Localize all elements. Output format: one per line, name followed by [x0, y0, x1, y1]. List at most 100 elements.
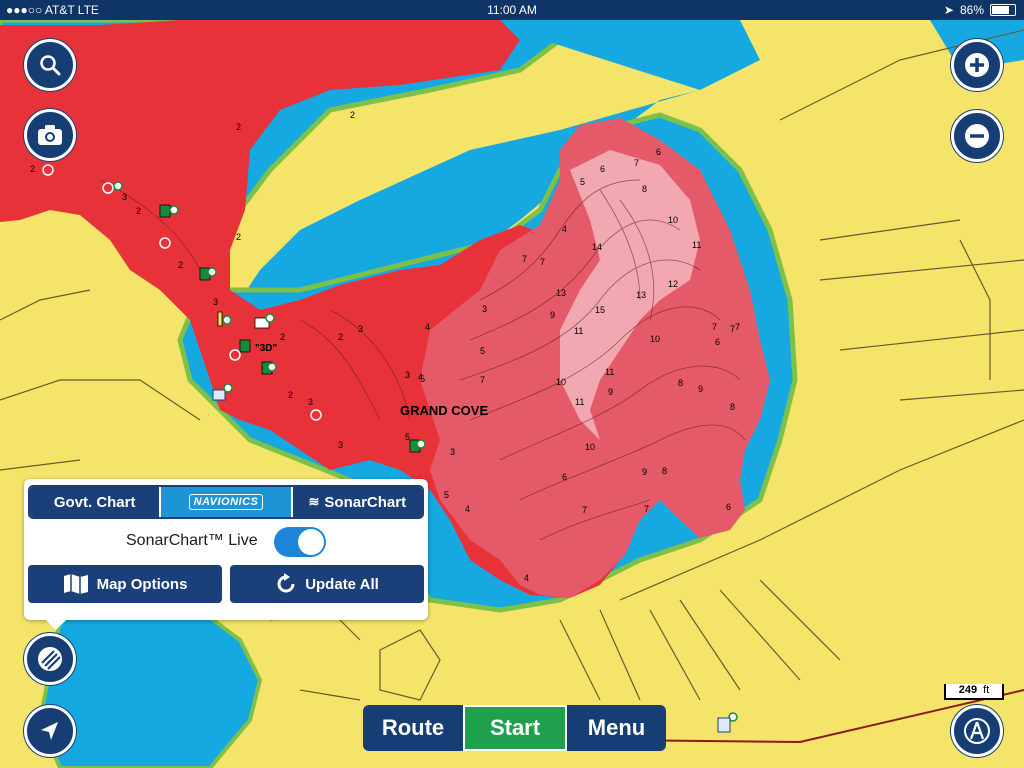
location-arrow-icon: [41, 722, 58, 740]
refresh-icon: [277, 573, 295, 593]
nautical-chart-map[interactable]: 22232223232343 4233577 7456768101114151191…: [0, 0, 1024, 768]
navionics-logo: NAVIONICS: [188, 494, 264, 510]
depth-sounding: 15: [595, 305, 605, 315]
depth-sounding: 8: [642, 184, 647, 194]
depth-sounding: 3: [482, 304, 487, 314]
depth-sounding: 2: [236, 122, 241, 132]
locate-button[interactable]: [24, 705, 76, 757]
depth-sounding: 12: [668, 279, 678, 289]
depth-sounding: 7: [480, 375, 485, 385]
scale-value: 249: [958, 684, 978, 696]
depth-sounding: 2: [136, 206, 141, 216]
folded-map-icon: [63, 574, 88, 594]
depth-sounding: 6: [656, 147, 661, 157]
depth-sounding: 4: [524, 573, 529, 583]
menu-button[interactable]: Menu: [567, 705, 666, 751]
depth-sounding: 5: [405, 432, 410, 442]
depth-sounding: 4: [425, 322, 430, 332]
plus-icon: [965, 53, 989, 77]
toggle-knob: [298, 529, 324, 555]
depth-sounding: 11: [574, 326, 583, 336]
depth-sounding: 7: [644, 504, 649, 514]
minus-icon: [965, 124, 989, 148]
depth-sounding: 10: [585, 442, 595, 452]
chart-layers-button[interactable]: [24, 633, 76, 685]
depth-sounding: 3: [122, 192, 127, 202]
compass-icon: [964, 718, 990, 744]
depth-sounding: 3: [358, 324, 363, 334]
depth-sounding: 7: [582, 505, 587, 515]
depth-sounding: 13: [636, 290, 646, 300]
chart-layers-icon: [38, 647, 62, 671]
depth-sounding: 3: [450, 447, 455, 457]
search-button[interactable]: [24, 39, 76, 91]
depth-sounding: 3: [308, 397, 313, 407]
depth-sounding: 5: [420, 374, 425, 384]
update-all-button[interactable]: Update All: [230, 565, 424, 603]
sonar-waves-icon: ≋: [308, 494, 320, 509]
battery-percent: 86%: [959, 3, 984, 17]
depth-sounding: 3: [338, 440, 343, 450]
depth-sounding: 8: [730, 402, 735, 412]
depth-sounding: 7: [634, 158, 639, 168]
tab-govt-chart-label: Govt. Chart: [53, 493, 136, 511]
tab-govt-chart[interactable]: Govt. Chart: [30, 487, 162, 517]
tab-sonarchart[interactable]: ≋ SonarChart: [292, 487, 422, 517]
depth-sounding: 10: [650, 334, 660, 344]
search-icon: [40, 55, 61, 76]
zoom-in-button[interactable]: [951, 39, 1003, 91]
depth-sounding: 9: [550, 310, 555, 320]
depth-sounding: 2: [280, 332, 285, 342]
battery-icon: [990, 4, 1016, 16]
camera-button[interactable]: [24, 109, 76, 161]
depth-sounding: 5: [580, 177, 585, 187]
depth-sounding: 7: [735, 322, 740, 332]
depth-sounding: 14: [592, 242, 602, 252]
clock-time: 11:00 AM: [487, 3, 537, 17]
depth-sounding: 2: [350, 110, 355, 120]
menu-label: Menu: [587, 715, 646, 740]
chart-options-panel: Govt. Chart NAVIONICS ≋ SonarChart Sonar…: [24, 479, 428, 630]
camera-icon: [38, 125, 62, 145]
tab-sonarchart-label: SonarChart: [324, 493, 407, 511]
depth-sounding: 5: [480, 346, 485, 356]
route-label: Route: [381, 715, 445, 740]
zoom-out-button[interactable]: [951, 110, 1003, 162]
map-options-button[interactable]: Map Options: [28, 565, 222, 603]
map-scale: 249 ft: [944, 684, 1004, 700]
depth-sounding: 3: [213, 297, 218, 307]
depth-sounding: 7: [522, 254, 527, 264]
sonarchart-live-toggle[interactable]: [274, 527, 326, 557]
depth-sounding: 4: [562, 224, 567, 234]
depth-sounding: 2: [236, 232, 241, 242]
status-bar: ●●●○○ AT&T LTE 11:00 AM ➤ 86%: [0, 0, 1024, 20]
depth-sounding: 10: [668, 215, 678, 225]
depth-sounding: 6: [715, 337, 720, 347]
depth-sounding: 5: [444, 490, 449, 500]
tab-navionics[interactable]: NAVIONICS: [161, 487, 293, 517]
start-button[interactable]: Start: [463, 705, 567, 751]
status-right: ➤ 86%: [944, 3, 1016, 17]
depth-sounding: 9: [608, 387, 613, 397]
route-button[interactable]: Route: [363, 705, 463, 751]
scale-unit: ft: [983, 684, 990, 696]
location-services-icon: ➤: [943, 3, 954, 17]
depth-sounding: 8: [678, 378, 683, 388]
depth-sounding: 4: [465, 504, 470, 514]
update-all-label: Update All: [305, 575, 379, 593]
marker-label: "3D": [255, 343, 278, 354]
depth-sounding: 7: [540, 257, 545, 267]
map-options-label: Map Options: [96, 575, 188, 593]
sonarchart-live-label: SonarChart™ Live: [126, 532, 258, 549]
depth-sounding: 9: [698, 384, 703, 394]
start-label: Start: [489, 715, 541, 740]
depth-sounding: 11: [605, 367, 614, 377]
place-label: GRAND COVE: [400, 403, 489, 418]
depth-sounding: 10: [556, 377, 566, 387]
bottom-action-bar: Route Start Menu: [363, 705, 666, 751]
depth-sounding: 2: [30, 164, 35, 174]
sonarchart-live-row: SonarChart™ Live: [24, 527, 428, 559]
compass-button[interactable]: [951, 705, 1003, 757]
depth-sounding: 6: [600, 164, 605, 174]
depth-sounding: 11: [575, 397, 584, 407]
